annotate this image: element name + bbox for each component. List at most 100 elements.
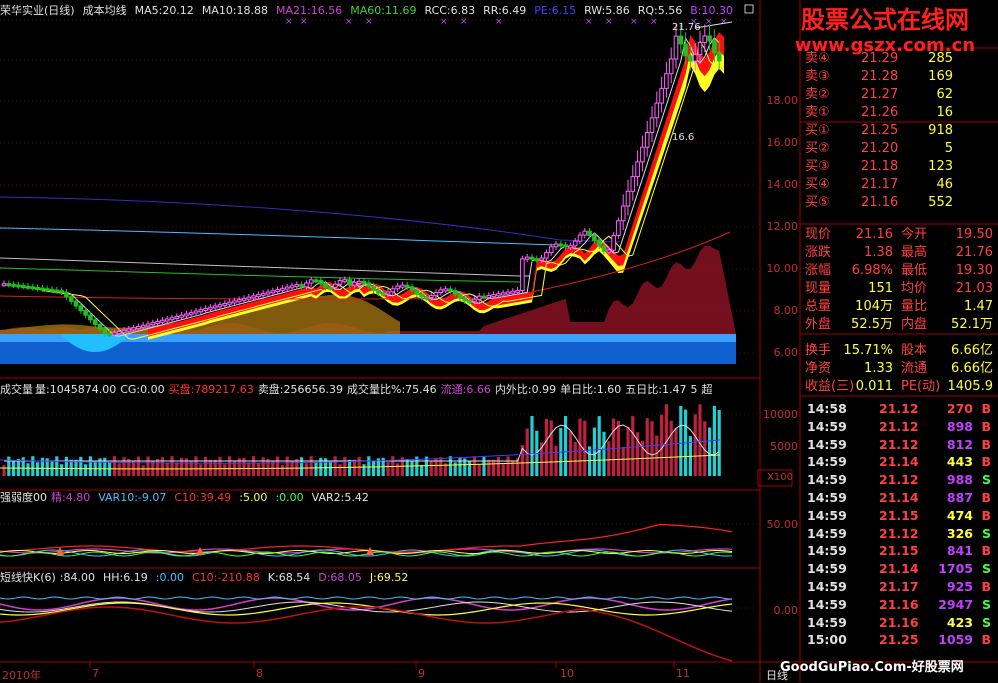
candle-body <box>164 318 170 322</box>
tick-volume: 988 <box>946 472 973 488</box>
volume-bar <box>36 462 40 476</box>
kd-header: 短线快K(6):84.00 HH:6.19:0.00 C10:-210.88 K:68… <box>0 570 416 586</box>
volume-bar <box>372 461 376 476</box>
x-tick-11: 11 <box>676 667 690 680</box>
candle-body <box>635 161 640 178</box>
candle-body <box>529 256 535 260</box>
tick-row: 14:59 21.14 887 B <box>801 489 997 507</box>
tick-volume: 1705 <box>938 561 973 577</box>
tick-volume: 812 <box>946 436 973 452</box>
candle-body <box>467 300 472 304</box>
strength-c: C10:39.49 <box>174 491 232 504</box>
candle-body <box>433 291 439 297</box>
pe-label: PE:6.15 <box>534 4 577 17</box>
orderbook-volume: 123 <box>928 159 953 174</box>
candle-body <box>659 87 664 104</box>
quote-label: 现量 <box>805 281 832 296</box>
candle-body <box>707 35 712 42</box>
candle-body <box>49 288 55 292</box>
fund-row: 净资 1.33 流通 6.66亿 <box>801 360 997 378</box>
volume-bar <box>333 456 337 476</box>
strength-e: :0.00 <box>275 491 304 504</box>
volume-bar <box>573 441 577 476</box>
candle-body <box>601 245 607 252</box>
quote-value-2: 19.30 <box>955 263 993 278</box>
candle-body <box>1 283 7 287</box>
volume-bar <box>127 459 131 476</box>
tick-time: 14:59 <box>807 472 847 488</box>
orderbook-row: 卖② 21.27 62 <box>801 86 997 104</box>
quote-label: 外盘 <box>805 317 832 332</box>
volume-bar <box>348 459 352 476</box>
tick-side: B <box>981 436 991 452</box>
candle-body <box>145 323 151 327</box>
volume-bar <box>74 459 78 476</box>
tick-volume: 423 <box>946 614 973 630</box>
volume-bar <box>468 461 472 476</box>
orderbook-label: 买① <box>805 123 830 138</box>
volume-bar <box>55 456 59 476</box>
volume-bar <box>698 404 702 476</box>
candle-body <box>342 279 348 283</box>
footer-link[interactable]: GoodGuPiao.Com-好股票网 <box>780 656 964 675</box>
candle-body <box>414 289 420 295</box>
volume-bar <box>314 462 318 476</box>
orderbook-row: 买② 21.20 5 <box>801 140 997 158</box>
volume-bar <box>501 464 505 476</box>
orderbook-volume: 62 <box>936 87 953 102</box>
tick-side: B <box>981 507 991 523</box>
tick-side: B <box>981 401 991 416</box>
volume-header: 成交量 量:1045874.00 CG:0.00 买盘:789217.63 卖盘:256… <box>0 382 720 398</box>
tick-row: 14:59 21.14 1705 S <box>801 560 997 578</box>
quote-value-2: 1.47 <box>964 299 993 314</box>
volume-bar <box>88 456 92 476</box>
kd-tick-0: 0.00 <box>773 604 799 617</box>
vol-tick-10000: 10000 <box>763 408 798 421</box>
orderbook: 卖④ 21.29 285 卖③ 21.28 169 卖② 21.27 62 卖① 21.26 16 买①… <box>801 50 997 212</box>
tick-row: 14:59 21.17 925 B <box>801 578 997 596</box>
rw-label: RW:5.86 <box>584 4 630 17</box>
tick-volume: 474 <box>946 507 973 523</box>
vol-unit: X100 <box>767 472 793 483</box>
candle-body <box>270 290 276 294</box>
tick-row: 14:59 21.15 841 B <box>801 542 997 560</box>
candle-body <box>356 280 362 284</box>
candle-body <box>169 317 175 321</box>
volume-bar <box>434 458 438 476</box>
candle-body <box>548 246 554 254</box>
strength-d: :5.00 <box>239 491 268 504</box>
orderbook-row: 卖③ 21.28 169 <box>801 68 997 86</box>
candle-body <box>6 283 12 287</box>
quote-value: 151 <box>868 281 893 296</box>
fund-label: 净资 <box>805 361 832 376</box>
volume-bar <box>626 427 630 476</box>
volume-bar <box>357 456 361 476</box>
candle-body <box>352 281 357 286</box>
b-label: B:10.30 <box>690 4 733 17</box>
volume-bar <box>208 459 212 476</box>
candle-body <box>544 252 549 259</box>
tick-volume: 925 <box>946 578 973 594</box>
candle-body <box>400 284 405 288</box>
volume-bar <box>487 459 491 476</box>
quote-row: 总量 104万 量比 1.47 <box>801 298 997 316</box>
candle-body <box>155 321 160 324</box>
tick-price: 21.14 <box>879 454 919 470</box>
volume-bar <box>458 457 462 476</box>
main-header: 荣华实业(日线) 成本均线 MA5:20.12 MA10:18.88 MA21:16.5… <box>0 3 741 19</box>
volume-bar <box>122 457 126 476</box>
candle-body <box>35 286 40 290</box>
candle-body <box>395 285 400 290</box>
quote-label: 现价 <box>805 227 832 242</box>
quote-label-2: 最低 <box>901 263 928 278</box>
candle-body <box>697 42 703 56</box>
strength-panel-name: 强弱度00 <box>0 491 47 504</box>
tick-price: 21.12 <box>879 525 919 541</box>
tick-price: 21.15 <box>879 507 919 523</box>
ma5-label: MA5:20.12 <box>134 4 194 17</box>
candle-body <box>78 305 84 312</box>
volume-bar <box>218 456 222 476</box>
candle-body <box>668 58 674 75</box>
candle-body <box>64 291 69 298</box>
strength-b: VAR10:-9.07 <box>98 491 167 504</box>
